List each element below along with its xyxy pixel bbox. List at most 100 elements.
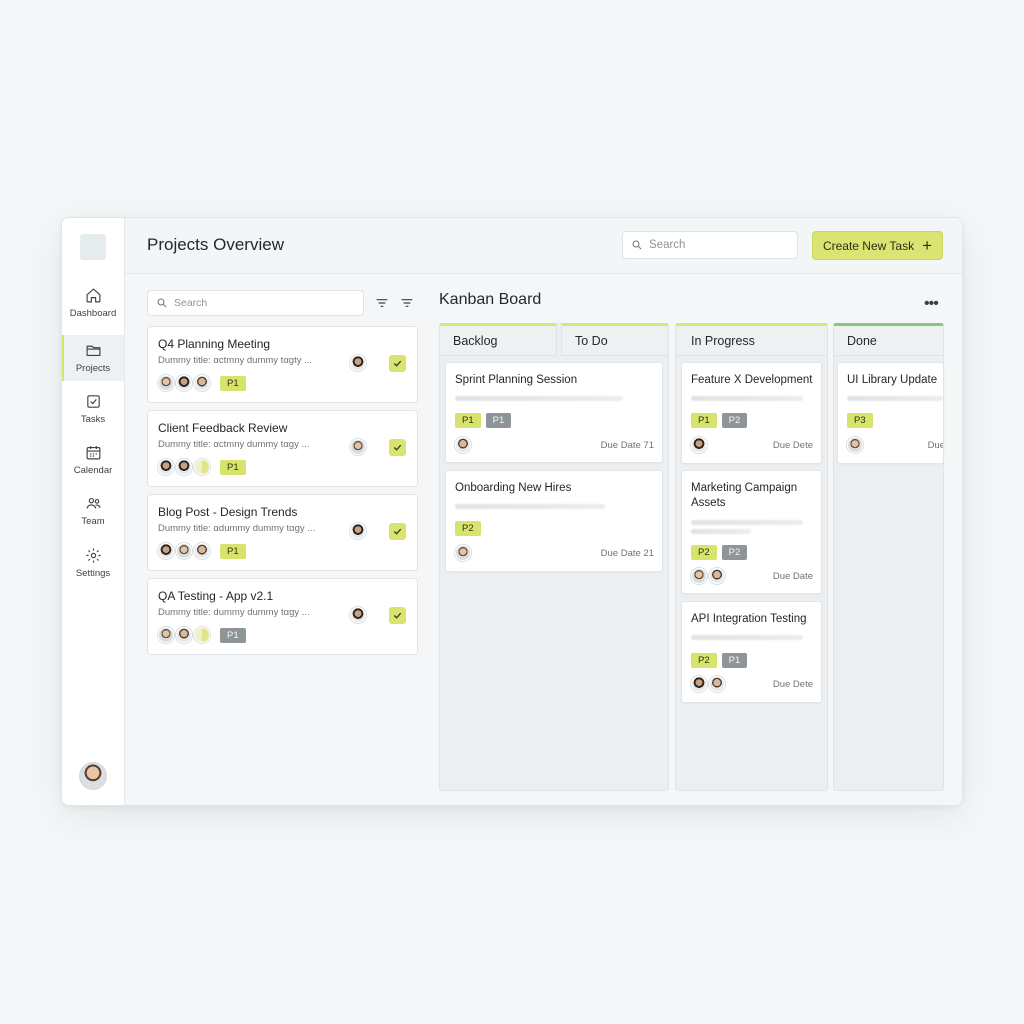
create-new-task-button[interactable]: Create New Task +: [812, 231, 943, 260]
filter-icon[interactable]: [374, 295, 390, 311]
project-search-input[interactable]: Search: [147, 290, 364, 316]
card-assignees: [691, 568, 725, 584]
complete-checkbox[interactable]: [389, 607, 406, 624]
search-placeholder: Search: [174, 297, 208, 309]
avatar: [847, 437, 863, 453]
kanban-card[interactable]: UI Library Update P3 Due: [837, 362, 944, 464]
complete-checkbox[interactable]: [389, 523, 406, 540]
card-description: [691, 396, 803, 401]
priority-tag: P1: [220, 628, 246, 643]
project-title: QA Testing - App v2.1: [158, 589, 274, 603]
sidebar-item-dashboard[interactable]: Dashboard: [62, 280, 124, 326]
priority-tag: P3: [847, 413, 873, 428]
column-header-backlog[interactable]: Backlog: [439, 323, 557, 356]
priority-tag: P2: [721, 545, 748, 560]
column-header-in-progress[interactable]: In Progress: [675, 323, 828, 356]
more-options-icon[interactable]: •••: [924, 295, 939, 313]
priority-tag: P1: [485, 413, 512, 428]
due-date: Due Date 21: [600, 548, 654, 559]
project-title: Client Feedback Review: [158, 421, 288, 435]
gear-icon: [85, 548, 101, 563]
card-description: [455, 504, 605, 509]
user-avatar[interactable]: [79, 762, 107, 790]
card-assignees: [455, 437, 471, 453]
project-card[interactable]: Blog Post - Design Trends Dummy title: α…: [147, 494, 418, 571]
priority-tag: P1: [691, 413, 717, 428]
card-assignees: [691, 437, 707, 453]
complete-checkbox[interactable]: [389, 439, 406, 456]
sort-icon[interactable]: [399, 295, 415, 311]
checkmark-icon: [393, 444, 402, 451]
avatar: [709, 676, 725, 692]
kanban-card[interactable]: Sprint Planning Session P1 P1 Due Date 7…: [445, 362, 663, 463]
app-window: Dashboard Projects Tasks Calendar Team S…: [61, 217, 963, 806]
owner-avatar: [350, 439, 366, 455]
priority-tag: P1: [455, 413, 481, 428]
search-placeholder: Search: [649, 239, 686, 251]
kanban-card[interactable]: API Integration Testing P2 P1 Due Dete: [681, 601, 822, 703]
sidebar-item-calendar[interactable]: Calendar: [62, 437, 124, 483]
priority-tag: P2: [691, 653, 717, 668]
avatar: [194, 459, 210, 475]
assignee-avatars: [158, 375, 210, 391]
priority-tag: P1: [220, 460, 246, 475]
complete-checkbox[interactable]: [389, 355, 406, 372]
avatar: [176, 543, 192, 559]
card-title: Onboarding New Hires: [455, 482, 572, 494]
priority-tag: P2: [721, 413, 748, 428]
folder-icon: [86, 345, 100, 357]
sidebar-item-tasks[interactable]: Tasks: [62, 386, 124, 432]
sidebar-item-label: Team: [81, 516, 105, 527]
sidebar-item-label: Projects: [75, 363, 111, 374]
search-icon: [632, 240, 642, 250]
project-card[interactable]: Client Feedback Review Dummy title: αctm…: [147, 410, 418, 487]
checkmark-icon: [393, 612, 402, 619]
due-date: Due Dete: [772, 679, 813, 690]
kanban-card[interactable]: Marketing Campaign Assets P2 P2 Due Date: [681, 470, 822, 594]
project-card[interactable]: Q4 Planning Meeting Dummy title: αctmny …: [147, 326, 418, 403]
column-header-done[interactable]: Done: [833, 323, 944, 356]
avatar: [194, 627, 210, 643]
card-title: Marketing Campaign Assets: [691, 482, 798, 509]
avatar: [455, 437, 471, 453]
plus-icon: +: [922, 235, 933, 255]
checkmark-icon: [393, 360, 402, 367]
checkbox-icon: [86, 395, 100, 408]
project-title: Q4 Planning Meeting: [158, 337, 271, 351]
project-title: Blog Post - Design Trends: [158, 505, 298, 519]
project-subtitle: Dummy title: αdummy dummy tαgy ...: [158, 523, 316, 534]
avatar: [158, 375, 174, 391]
card-description: [847, 396, 943, 401]
priority-tag: P2: [691, 545, 717, 560]
due-date: Due: [927, 440, 944, 451]
global-search-input[interactable]: Search: [622, 231, 798, 259]
avatar: [176, 459, 192, 475]
kanban-card[interactable]: Feature X Development P1 P2 Due Dete: [681, 362, 822, 464]
sidebar-item-settings[interactable]: Settings: [62, 540, 124, 586]
project-subtitle: Dummy title: dummy dummy tαgy ...: [158, 607, 310, 618]
sidebar-item-team[interactable]: Team: [62, 488, 124, 534]
checkmark-icon: [393, 528, 402, 535]
card-assignees: [847, 437, 863, 453]
card-tags: P1 P1: [455, 413, 512, 428]
card-tags: P2: [455, 521, 481, 536]
avatar: [709, 568, 725, 584]
header: Projects Overview Search Create New Task…: [125, 218, 962, 274]
sidebar-item-projects[interactable]: Projects: [62, 335, 124, 381]
app-logo: [80, 234, 106, 260]
owner-avatar: [350, 523, 366, 539]
kanban-card[interactable]: Onboarding New Hires P2 Due Date 21: [445, 470, 663, 572]
card-tags: P2 P1: [691, 653, 748, 668]
card-assignees: [691, 676, 725, 692]
due-date: Due Date: [772, 571, 813, 582]
project-card[interactable]: QA Testing - App v2.1 Dummy title: dummy…: [147, 578, 418, 655]
card-tags: P3: [847, 413, 873, 428]
avatar: [194, 543, 210, 559]
column-header-todo[interactable]: To Do: [561, 323, 669, 356]
avatar: [455, 545, 471, 561]
create-button-label: Create New Task: [822, 238, 915, 253]
page-title: Projects Overview: [147, 235, 284, 254]
home-icon: [86, 288, 100, 303]
search-icon: [157, 298, 167, 308]
assignee-avatars: [158, 543, 210, 559]
